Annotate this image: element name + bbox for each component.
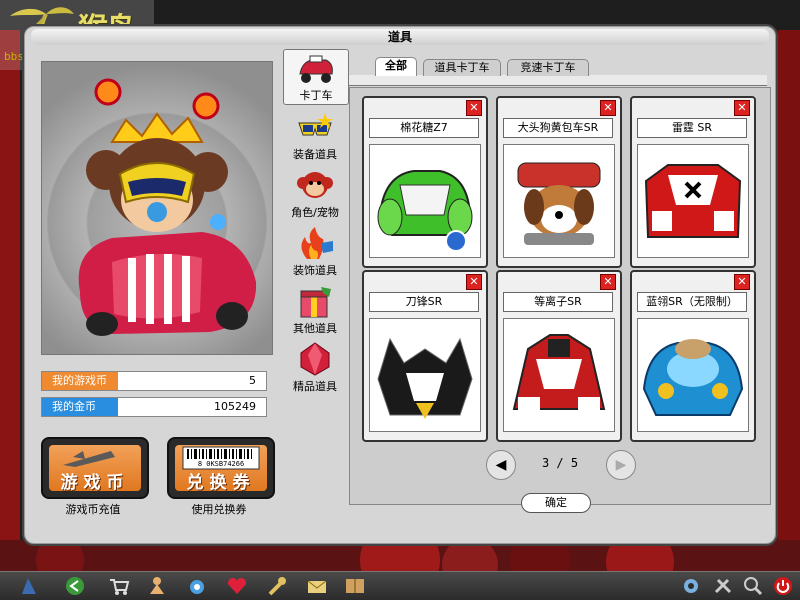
close-icon[interactable]: ✕	[466, 274, 482, 290]
gold-coin-label: 我的金币	[42, 398, 118, 416]
item-image	[503, 144, 615, 258]
item-name: 雷霆 SR	[637, 118, 747, 138]
character-icon[interactable]	[146, 576, 168, 596]
category-label: 精品道具	[293, 380, 337, 393]
category-label: 装饰道具	[293, 264, 337, 277]
item-name: 棉花糖Z7	[369, 118, 479, 138]
item-window: 道具 我的游戏币 5 我的金币 105249 游戏币 游戏币充值 8 0KSB7…	[24, 26, 776, 544]
close-icon[interactable]: ✕	[466, 100, 482, 116]
mail-icon[interactable]	[306, 576, 328, 596]
item-grid: ✕ 棉花糖Z7 ✕ 大头狗黄包车SR ✕ 雷霆 SR ✕ 刀锋SR ✕ 等离子S…	[349, 87, 771, 505]
item-name: 刀锋SR	[369, 292, 479, 312]
item-card[interactable]: ✕ 刀锋SR	[362, 270, 488, 442]
confirm-button[interactable]: 确定	[521, 493, 591, 513]
category-decoration[interactable]: 装饰道具	[283, 225, 347, 278]
kart-blade-icon	[377, 337, 473, 419]
power-icon[interactable]	[772, 576, 794, 596]
game-coin-value: 5	[249, 374, 256, 387]
item-name: 等离子SR	[503, 292, 613, 312]
tab-item-kart[interactable]: 道具卡丁车	[423, 59, 501, 76]
item-image	[637, 318, 749, 432]
coin-arrow-icon	[63, 451, 115, 467]
category-label: 角色/宠物	[291, 206, 339, 219]
kart-blue-feather-icon	[642, 339, 744, 416]
wrench-icon[interactable]	[712, 576, 734, 596]
character-in-kart-illustration	[78, 78, 257, 336]
kart-plasma-icon	[512, 334, 606, 411]
kart-green-icon	[377, 170, 473, 252]
taskbar	[0, 571, 800, 600]
voucher-caption: 使用兑换券	[191, 503, 247, 516]
recharge-game-coin-button[interactable]: 游戏币	[41, 437, 149, 499]
heart-icon[interactable]	[226, 576, 248, 596]
category-premium[interactable]: 精品道具	[283, 341, 347, 394]
shop-cart-icon[interactable]	[108, 576, 130, 596]
close-icon[interactable]: ✕	[734, 100, 750, 116]
use-voucher-button[interactable]: 8 0KSB74266 兑换券	[167, 437, 275, 499]
close-icon[interactable]: ✕	[600, 274, 616, 290]
item-image	[503, 318, 615, 432]
category-kart[interactable]: 卡丁车	[283, 49, 349, 105]
tab-all[interactable]: 全部	[375, 57, 417, 76]
item-card[interactable]: ✕ 等离子SR	[496, 270, 622, 442]
game-coin-row: 我的游戏币 5	[41, 371, 267, 391]
start-icon[interactable]	[18, 576, 40, 596]
settings-icon[interactable]	[680, 576, 702, 596]
close-icon[interactable]: ✕	[600, 100, 616, 116]
close-icon[interactable]: ✕	[734, 274, 750, 290]
kart-dog-icon	[517, 162, 601, 245]
voucher-button-text: 兑换券	[186, 473, 256, 493]
game-coin-label: 我的游戏币	[42, 372, 118, 390]
book-icon[interactable]	[344, 576, 366, 596]
item-card[interactable]: ✕ 雷霆 SR	[630, 96, 756, 268]
pager: ◀ 3 / 5 ▶	[350, 450, 770, 480]
flame-decor-icon	[301, 227, 333, 259]
category-character-pet[interactable]: 角色/宠物	[283, 167, 347, 220]
item-card[interactable]: ✕ 大头狗黄包车SR	[496, 96, 622, 268]
prev-page-button[interactable]: ◀	[486, 450, 516, 480]
item-card[interactable]: ✕ 蓝翎SR（无限制）	[630, 270, 756, 442]
back-arrow-icon[interactable]	[64, 576, 86, 596]
kart-thunder-icon	[644, 164, 742, 238]
pet-icon[interactable]	[186, 576, 208, 596]
tool-icon[interactable]	[266, 576, 288, 596]
gold-coin-value: 105249	[214, 400, 256, 413]
tab-strip	[349, 75, 767, 86]
item-name: 大头狗黄包车SR	[503, 118, 613, 138]
category-label: 其他道具	[293, 322, 337, 335]
goggles-icon	[298, 113, 333, 136]
page-indicator: 3 / 5	[541, 456, 579, 470]
window-title: 道具	[31, 29, 769, 45]
character-preview	[41, 61, 273, 355]
recharge-caption: 游戏币充值	[65, 503, 121, 516]
gem-icon	[300, 342, 330, 376]
voucher-barcode-number: 8 0KSB74266	[197, 460, 245, 468]
next-page-button[interactable]: ▶	[606, 450, 636, 480]
item-name: 蓝翎SR（无限制）	[637, 292, 747, 312]
item-card[interactable]: ✕ 棉花糖Z7	[362, 96, 488, 268]
search-icon[interactable]	[742, 576, 764, 596]
gold-coin-row: 我的金币 105249	[41, 397, 267, 417]
tab-racing-kart[interactable]: 竞速卡丁车	[507, 59, 589, 76]
recharge-button-text: 游戏币	[60, 473, 130, 493]
item-image	[369, 318, 481, 432]
category-equipment[interactable]: 装备道具	[283, 109, 347, 162]
item-image	[637, 144, 749, 258]
kart-icon	[299, 55, 333, 83]
monkey-icon	[297, 172, 333, 198]
category-label: 装备道具	[293, 148, 337, 161]
category-label: 卡丁车	[299, 89, 333, 102]
gift-box-icon	[300, 287, 331, 318]
category-other[interactable]: 其他道具	[283, 283, 347, 336]
item-image	[369, 144, 481, 258]
